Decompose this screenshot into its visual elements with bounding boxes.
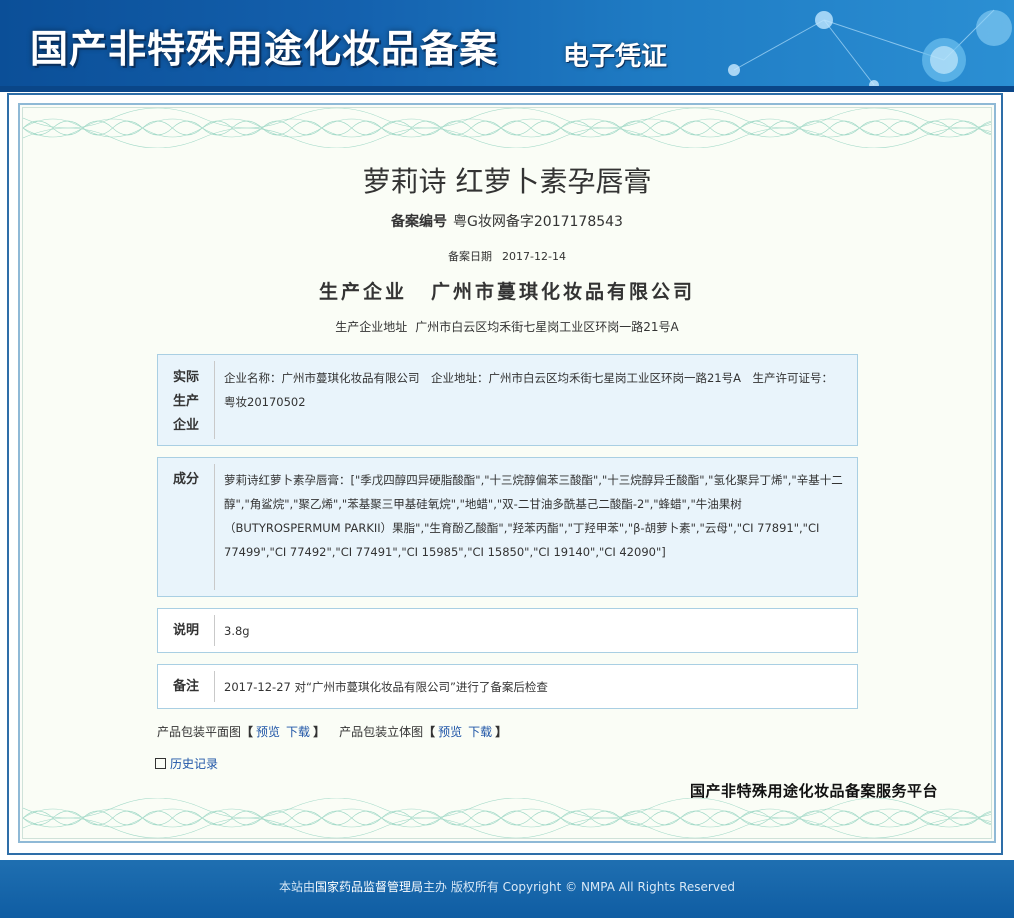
enterprise-address: 生产企业地址 广州市白云区均禾街七星岗工业区环岗一路21号A <box>0 318 1014 335</box>
record-number: 备案编号 粤G妆网备字2017178543 <box>0 211 1014 231</box>
section-divider <box>214 671 215 702</box>
enterprise-address-label: 生产企业地址 <box>335 320 408 334</box>
ingredients-label: 成分 <box>172 472 199 487</box>
guilloche-top-decoration <box>23 108 991 148</box>
header-subtitle: 电子凭证 <box>563 42 668 72</box>
ingredients-section: 成分 萝莉诗红萝卜素孕唇膏：["季戊四醇四异硬脂酸酯","十三烷醇偏苯三酸酯",… <box>157 457 858 597</box>
flat-package-label: 产品包装平面图 <box>157 725 242 739</box>
bracket-open: 【 <box>423 725 436 739</box>
actual-producer-label-line2: 生产 <box>172 394 199 409</box>
bracket-close: 】 <box>495 725 508 739</box>
remarks-content: 2017-12-27 对“广州市蔓琪化妆品有限公司”进行了备案后检查 <box>224 680 548 694</box>
section-divider <box>214 361 215 439</box>
flat-download-link[interactable]: 下载 <box>286 725 310 739</box>
history-link[interactable]: 历史记录 <box>155 755 218 772</box>
remarks-label: 备注 <box>172 679 199 694</box>
record-number-value: 粤G妆网备字2017178543 <box>453 214 623 230</box>
product-name: 萝莉诗 红萝卜素孕唇膏 <box>362 165 652 198</box>
description-content: 3.8g <box>224 624 250 638</box>
actual-producer-content: 企业名称：广州市蔓琪化妆品有限公司 企业地址：广州市白云区均禾街七星岗工业区环岗… <box>224 371 833 409</box>
platform-name: 国产非特殊用途化妆品备案服务平台 <box>690 782 939 800</box>
record-number-label: 备案编号 <box>391 214 448 230</box>
stereo-package-label: 产品包装立体图 <box>339 725 424 739</box>
record-date: 备案日期 2017-12-14 <box>0 248 1014 264</box>
footer-copyright: 本站由国家药品监督管理局主办 版权所有 Copyright © NMPA All… <box>0 878 1014 895</box>
footer: 本站由国家药品监督管理局主办 版权所有 Copyright © NMPA All… <box>0 860 1014 918</box>
section-divider <box>214 615 215 646</box>
record-date-value: 2017-12-14 <box>502 250 566 263</box>
enterprise-address-value: 广州市白云区均禾街七星岗工业区环岗一路21号A <box>415 320 679 334</box>
description-label: 说明 <box>172 623 199 638</box>
history-icon <box>155 758 166 769</box>
history-link-label[interactable]: 历史记录 <box>170 757 218 771</box>
molecule-decoration-icon <box>728 9 1012 90</box>
bracket-open: 【 <box>241 725 254 739</box>
bracket-close: 】 <box>313 725 326 739</box>
enterprise: 生产企业 广州市蔓琪化妆品有限公司 <box>0 277 1014 304</box>
footer-org: 国家药品监督管理局 <box>315 880 424 894</box>
section-divider <box>214 464 215 590</box>
stereo-preview-link[interactable]: 预览 <box>438 725 462 739</box>
enterprise-name: 广州市蔓琪化妆品有限公司 <box>431 281 696 303</box>
footer-prefix: 本站由 <box>279 880 316 894</box>
enterprise-label: 生产企业 <box>318 281 407 303</box>
actual-producer-label-line3: 企业 <box>172 418 199 433</box>
actual-producer-section: 实际 生产 企业 企业名称：广州市蔓琪化妆品有限公司 企业地址：广州市白云区均禾… <box>157 354 858 446</box>
flat-preview-link[interactable]: 预览 <box>256 725 280 739</box>
actual-producer-label-line1: 实际 <box>172 370 199 385</box>
ingredients-content: 萝莉诗红萝卜素孕唇膏：["季戊四醇四异硬脂酸酯","十三烷醇偏苯三酸酯","十三… <box>224 473 843 559</box>
stereo-download-link[interactable]: 下载 <box>468 725 492 739</box>
guilloche-bottom-decoration <box>23 798 991 838</box>
description-section: 说明 3.8g <box>157 608 858 653</box>
header-title: 国产非特殊用途化妆品备案 <box>30 27 499 71</box>
actual-producer-label: 实际 生产 企业 <box>158 366 214 438</box>
packaging-links: 产品包装平面图【 预览 下载】产品包装立体图【 预览 下载】 <box>157 723 507 740</box>
remarks-section: 备注 2017-12-27 对“广州市蔓琪化妆品有限公司”进行了备案后检查 <box>157 664 858 709</box>
footer-suffix: 主办 版权所有 Copyright © NMPA All Rights Rese… <box>423 880 735 894</box>
record-date-label: 备案日期 <box>448 250 493 263</box>
header-banner: 国产非特殊用途化妆品备案 电子凭证 <box>0 0 1014 92</box>
